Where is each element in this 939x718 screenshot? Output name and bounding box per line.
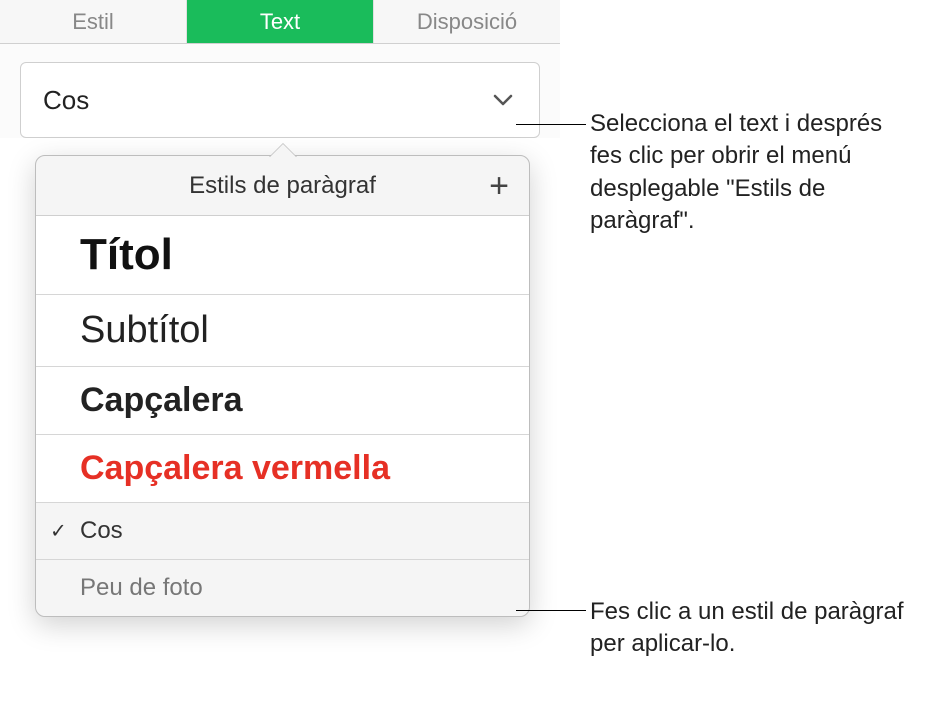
style-item-4[interactable]: Cos <box>36 503 529 560</box>
paragraph-style-current: Cos <box>43 85 89 116</box>
callout-leader-1 <box>516 124 586 125</box>
tab-disposicio[interactable]: Disposició <box>374 0 560 43</box>
style-item-0[interactable]: Títol <box>36 216 529 295</box>
style-item-1[interactable]: Subtítol <box>36 295 529 367</box>
format-panel: Estil Text Disposició Cos Estils de parà… <box>0 0 560 138</box>
callout-text-2: Fes clic a un estil de paràgraf per apli… <box>590 596 920 661</box>
callout-leader-2 <box>516 610 586 611</box>
callout-text-1: Selecciona el text i després fes clic pe… <box>590 108 920 238</box>
style-item-3[interactable]: Capçalera vermella <box>36 435 529 503</box>
chevron-down-icon <box>489 86 517 114</box>
paragraph-style-dropdown[interactable]: Cos <box>20 62 540 138</box>
add-style-button[interactable]: + <box>489 169 509 203</box>
popover-header: Estils de paràgraf + <box>36 156 529 216</box>
style-selector-container: Cos <box>0 44 560 138</box>
tab-text[interactable]: Text <box>187 0 374 43</box>
tab-bar: Estil Text Disposició <box>0 0 560 44</box>
popover-title: Estils de paràgraf <box>189 172 376 200</box>
style-list: TítolSubtítolCapçaleraCapçalera vermella… <box>36 216 529 616</box>
style-item-2[interactable]: Capçalera <box>36 367 529 435</box>
paragraph-styles-popover: Estils de paràgraf + TítolSubtítolCapçal… <box>35 155 530 617</box>
tab-estil[interactable]: Estil <box>0 0 187 43</box>
style-item-5[interactable]: Peu de foto <box>36 560 529 616</box>
